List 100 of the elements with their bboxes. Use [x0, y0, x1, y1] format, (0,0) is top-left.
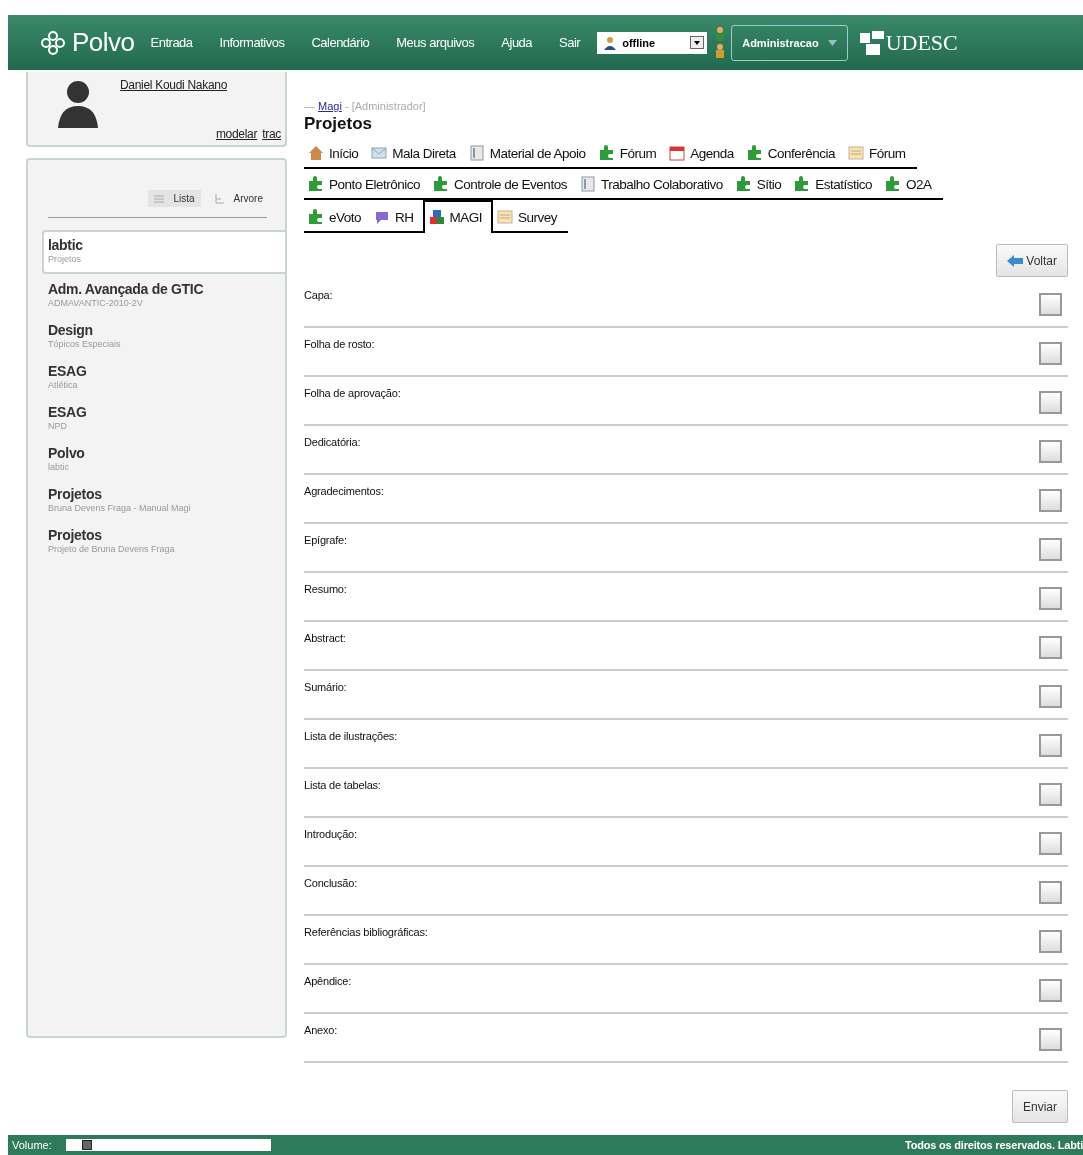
- group-title: labtic: [48, 237, 84, 253]
- building-icon: [859, 30, 884, 55]
- puzzle-icon: [794, 176, 811, 192]
- nav-link[interactable]: Ajuda: [501, 35, 533, 50]
- slider-thumb[interactable]: [82, 1140, 93, 1150]
- puzzle-icon: [433, 176, 450, 192]
- group-subtitle: ADMAVANTIC-2010-2V: [48, 298, 144, 308]
- group-item[interactable]: ESAG Atlética: [42, 358, 285, 397]
- checkbox[interactable]: [1039, 832, 1062, 855]
- group-subtitle: Atlética: [48, 380, 79, 390]
- puzzle-icon: [885, 176, 901, 192]
- tab[interactable]: Material de Apoio: [464, 138, 595, 167]
- tab[interactable]: Ponto Eletrônico: [304, 169, 430, 198]
- puzzle-icon: [735, 176, 752, 192]
- tab[interactable]: Fórum: [594, 138, 666, 167]
- group-title: Projetos: [48, 486, 103, 502]
- tab[interactable]: Fórum: [844, 138, 915, 167]
- role-menu[interactable]: Administracao: [731, 24, 848, 61]
- person-icon: [603, 35, 618, 50]
- tab[interactable]: Survey: [493, 202, 567, 231]
- profile-name-link[interactable]: Daniel Koudi Nakano: [120, 78, 228, 92]
- view-toggle[interactable]: Arvore: [208, 190, 269, 207]
- group-item[interactable]: Adm. Avançada de GTIC ADMAVANTIC-2010-2V: [42, 276, 285, 315]
- status-select[interactable]: offline: [597, 31, 708, 54]
- book-icon: [579, 176, 596, 192]
- group-item[interactable]: Polvo labtic: [42, 440, 285, 479]
- tab[interactable]: Controle de Eventos: [429, 169, 576, 198]
- checkbox[interactable]: [1039, 930, 1062, 953]
- nav-link[interactable]: Informativos: [219, 35, 285, 50]
- checkbox[interactable]: [1039, 391, 1062, 414]
- field-label: Conclusão:: [304, 877, 358, 889]
- checkbox[interactable]: [1039, 881, 1062, 904]
- tab[interactable]: O2A: [881, 169, 941, 198]
- submit-button[interactable]: Enviar: [1012, 1090, 1068, 1123]
- tab[interactable]: RH: [370, 202, 423, 231]
- group-item[interactable]: labtic Projetos: [42, 230, 287, 274]
- breadcrumb-link[interactable]: Magi: [318, 100, 342, 112]
- logo-text[interactable]: Polvo: [72, 27, 135, 58]
- left-arrow-icon: [1007, 254, 1024, 267]
- checkbox[interactable]: [1039, 587, 1062, 610]
- field-label: Lista de ilustrações:: [304, 730, 398, 742]
- puzzle-icon: [308, 209, 324, 225]
- checkbox[interactable]: [1039, 538, 1062, 561]
- group-title: Projetos: [48, 527, 103, 543]
- checkbox[interactable]: [1039, 1028, 1062, 1051]
- house-icon: [308, 145, 324, 161]
- field-label: Capa:: [304, 289, 333, 301]
- list-icon: [154, 194, 165, 203]
- checkbox[interactable]: [1039, 783, 1062, 806]
- checkbox[interactable]: [1039, 342, 1062, 365]
- checkbox[interactable]: [1039, 685, 1062, 708]
- speech-bubble-icon: [374, 209, 391, 225]
- view-toggle[interactable]: Lista: [148, 190, 201, 207]
- checkbox[interactable]: [1039, 440, 1062, 463]
- checkbox[interactable]: [1039, 979, 1062, 1002]
- back-button[interactable]: Voltar: [996, 244, 1068, 277]
- profile-link[interactable]: trac: [262, 127, 281, 141]
- tab[interactable]: MAGI: [422, 200, 494, 233]
- group-item[interactable]: Projetos Bruna Devens Fraga - Manual Magi: [42, 481, 285, 520]
- nav-link[interactable]: Meus arquivos: [396, 35, 475, 50]
- tab[interactable]: Sítio: [731, 169, 791, 198]
- group-title: Design: [48, 322, 94, 338]
- book-icon: [468, 145, 485, 161]
- checkbox[interactable]: [1039, 293, 1062, 316]
- tab[interactable]: Trabalho Colaborativo: [575, 169, 732, 198]
- tab[interactable]: eVoto: [304, 202, 371, 231]
- group-subtitle: NPD: [48, 421, 68, 431]
- field-label: Apêndice:: [304, 975, 352, 987]
- checkbox[interactable]: [1039, 734, 1062, 757]
- tab[interactable]: Início: [304, 138, 368, 167]
- field-label: Sumário:: [304, 681, 347, 693]
- field-label: Folha de rosto:: [304, 338, 375, 350]
- volume-slider[interactable]: [65, 1139, 271, 1151]
- field-label: Introdução:: [304, 828, 357, 840]
- group-subtitle: Bruna Devens Fraga - Manual Magi: [48, 503, 192, 513]
- notepad-icon: [848, 145, 864, 161]
- profile-link[interactable]: modelar: [215, 127, 258, 141]
- tab[interactable]: Mala Direta: [367, 138, 465, 167]
- group-item[interactable]: Projetos Projeto de Bruna Devens Fraga: [42, 522, 285, 561]
- envelope-icon: [371, 145, 388, 161]
- nav-link[interactable]: Sair: [559, 35, 581, 50]
- caret-icon: [827, 39, 837, 46]
- tab[interactable]: Estatístico: [790, 169, 881, 198]
- field-label: Folha de aprovação:: [304, 387, 401, 399]
- field-label: Dedicatória:: [304, 436, 361, 448]
- nav-link[interactable]: Entrada: [150, 35, 193, 50]
- group-item[interactable]: Design Tópicos Especiais: [42, 317, 285, 356]
- field-label: Agradecimentos:: [304, 485, 384, 497]
- volume-label: Volume:: [12, 1139, 52, 1151]
- group-item[interactable]: ESAG NPD: [42, 399, 285, 438]
- field-label: Epígrafe:: [304, 534, 347, 546]
- page-title: Projetos: [304, 114, 374, 134]
- checkbox[interactable]: [1039, 636, 1062, 659]
- tab[interactable]: Conferência: [742, 138, 844, 167]
- field-label: Abstract:: [304, 632, 346, 644]
- group-subtitle: Projetos: [48, 254, 83, 264]
- tab[interactable]: Agenda: [665, 138, 743, 167]
- field-label: Resumo:: [304, 583, 347, 595]
- checkbox[interactable]: [1039, 489, 1062, 512]
- nav-link[interactable]: Calendário: [311, 35, 370, 50]
